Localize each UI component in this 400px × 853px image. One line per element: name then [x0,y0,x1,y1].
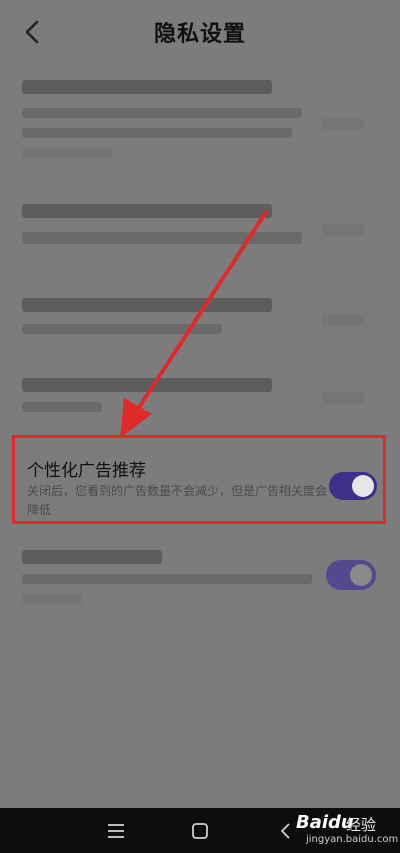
blurred-toggle[interactable] [326,560,376,590]
back-triangle-icon[interactable] [274,820,298,842]
setting-row-blurred-4[interactable] [22,374,382,424]
toggle-knob [352,475,374,497]
personalized-ads-description: 关闭后，您看到的广告数量不会减少，但是广告相关度会降低 [27,484,328,517]
square-home-icon[interactable] [188,820,212,842]
setting-row-blurred-2[interactable] [22,200,382,270]
personalized-ads-row-highlight: 个性化广告推荐 关闭后，您看到的广告数量不会减少，但是广告相关度会降低 [12,435,386,524]
page-title: 隐私设置 [153,22,246,47]
jingyan-label: 经验 [346,816,377,834]
baidu-jingyan-watermark: Baidu 经验 jingyan.baidu.com [296,812,400,852]
personalized-ads-toggle[interactable] [329,472,377,500]
personalized-ads-title: 个性化广告推荐 [27,461,146,481]
toggle-knob [350,564,372,586]
setting-row-blurred-3[interactable] [22,294,382,354]
menu-icon[interactable] [104,820,128,842]
watermark-url: jingyan.baidu.com [306,834,399,845]
privacy-settings-screen: 隐私设置 个性化广告推荐 关闭后，您看到的广告数量不会减少，但是广告相关度会降低 [0,0,400,853]
top-bar: 隐私设置 [0,0,400,64]
setting-row-blurred-1[interactable] [22,76,382,176]
